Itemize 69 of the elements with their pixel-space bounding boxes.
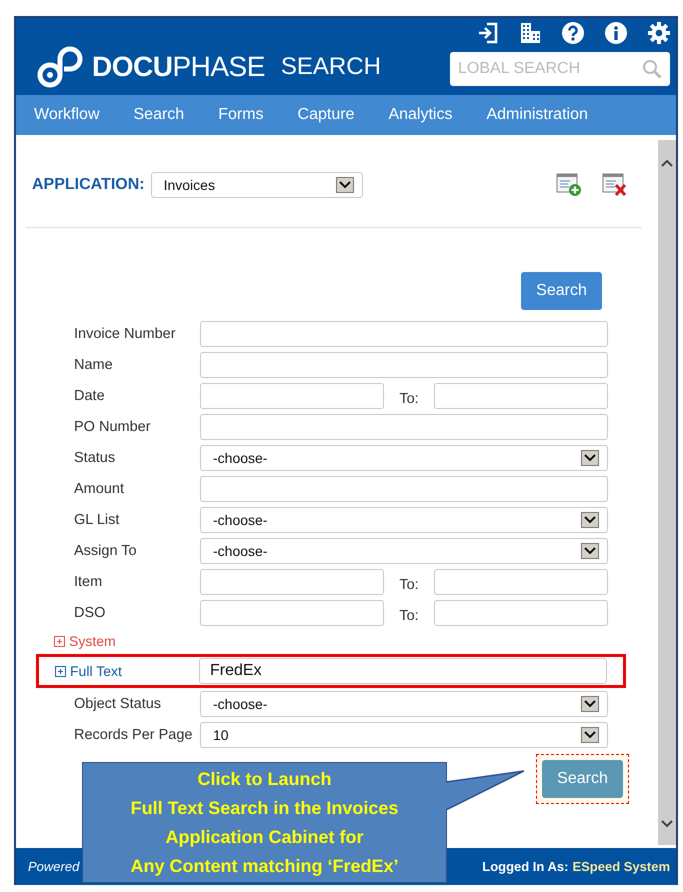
range-from-field[interactable]: [200, 382, 384, 408]
dropdown-field[interactable]: -choose-: [200, 690, 608, 716]
nav-menu-item[interactable]: Analytics: [388, 106, 452, 124]
text-field[interactable]: [200, 476, 608, 502]
nav-menu-item[interactable]: Search: [134, 106, 184, 124]
nav-menu-item[interactable]: Administration: [486, 106, 588, 124]
text-field[interactable]: [200, 320, 608, 346]
field-label: Status: [74, 450, 116, 466]
dropdown-field[interactable]: -choose-: [200, 538, 608, 564]
scroll-down-icon[interactable]: [660, 819, 674, 829]
settings-icon[interactable]: [648, 22, 670, 44]
scrollbar[interactable]: [658, 140, 676, 845]
system-section-toggle[interactable]: System: [54, 633, 116, 649]
building-icon[interactable]: [519, 22, 541, 44]
logged-in-label: Logged In As:: [482, 859, 568, 874]
global-search-field[interactable]: LOBAL SEARCH: [450, 52, 670, 86]
dropdown-icon: [581, 696, 599, 712]
add-document-icon[interactable]: [556, 173, 582, 197]
field-label: Name: [74, 356, 114, 372]
application-select[interactable]: Invoices: [150, 172, 363, 198]
field-label: GL List: [74, 512, 120, 528]
field-label: Date: [74, 388, 106, 404]
powered-by-text: Powered: [28, 859, 80, 874]
field-label: PO Number: [74, 418, 152, 434]
to-label: To:: [398, 390, 420, 406]
to-label: To:: [398, 576, 420, 592]
dropdown-icon: [581, 512, 599, 528]
callout: Click to Launch Full Text Search in the Invoices Application Cabinet for Any Content matching ‘FredEx’: [82, 762, 447, 883]
product-name: SEARCH: [280, 52, 381, 80]
expand-icon: [54, 636, 65, 646]
search-button[interactable]: Search: [542, 760, 623, 798]
delete-document-icon[interactable]: [602, 173, 628, 197]
field-label: Object Status: [74, 696, 162, 712]
range-to-field[interactable]: [434, 600, 608, 626]
field-label: Invoice Number: [74, 326, 177, 342]
field-label: Assign To: [74, 542, 138, 558]
text-field[interactable]: [200, 352, 608, 378]
search-icon: [642, 59, 662, 79]
text-field[interactable]: [200, 414, 608, 440]
nav-menu-item[interactable]: Forms: [218, 106, 264, 124]
field-label: Records Per Page: [74, 726, 194, 742]
range-from-field[interactable]: [200, 568, 384, 594]
range-to-field[interactable]: [434, 568, 608, 594]
sign-in-icon[interactable]: [478, 22, 498, 44]
field-label: Item: [74, 574, 104, 590]
expand-icon: [55, 666, 66, 676]
nav-menu-item[interactable]: Workflow: [34, 106, 100, 124]
range-to-field[interactable]: [434, 382, 608, 408]
brand-name: DOCUPHASE: [92, 50, 265, 82]
full-text-section-toggle[interactable]: Full Text: [55, 663, 199, 679]
dropdown-field[interactable]: 10: [200, 722, 608, 748]
field-label: Amount: [74, 480, 125, 496]
dropdown-field[interactable]: -choose-: [200, 506, 608, 532]
search-button[interactable]: Search: [521, 272, 602, 310]
dropdown-icon: [581, 542, 599, 558]
info-icon[interactable]: [605, 22, 627, 44]
scroll-up-icon[interactable]: [660, 158, 674, 168]
nav-menu-item[interactable]: Capture: [298, 106, 354, 124]
range-from-field[interactable]: [200, 600, 384, 626]
field-label: DSO: [74, 604, 106, 620]
dropdown-icon: [336, 177, 354, 193]
full-text-field[interactable]: FredEx: [199, 658, 607, 684]
dropdown-field[interactable]: -choose-: [200, 444, 608, 470]
application-label: APPLICATION:: [32, 176, 145, 194]
to-label: To:: [398, 606, 420, 624]
help-icon[interactable]: [562, 22, 584, 44]
user-name: ESpeed System: [572, 859, 670, 874]
dropdown-icon: [581, 726, 599, 742]
dropdown-icon: [581, 450, 599, 466]
